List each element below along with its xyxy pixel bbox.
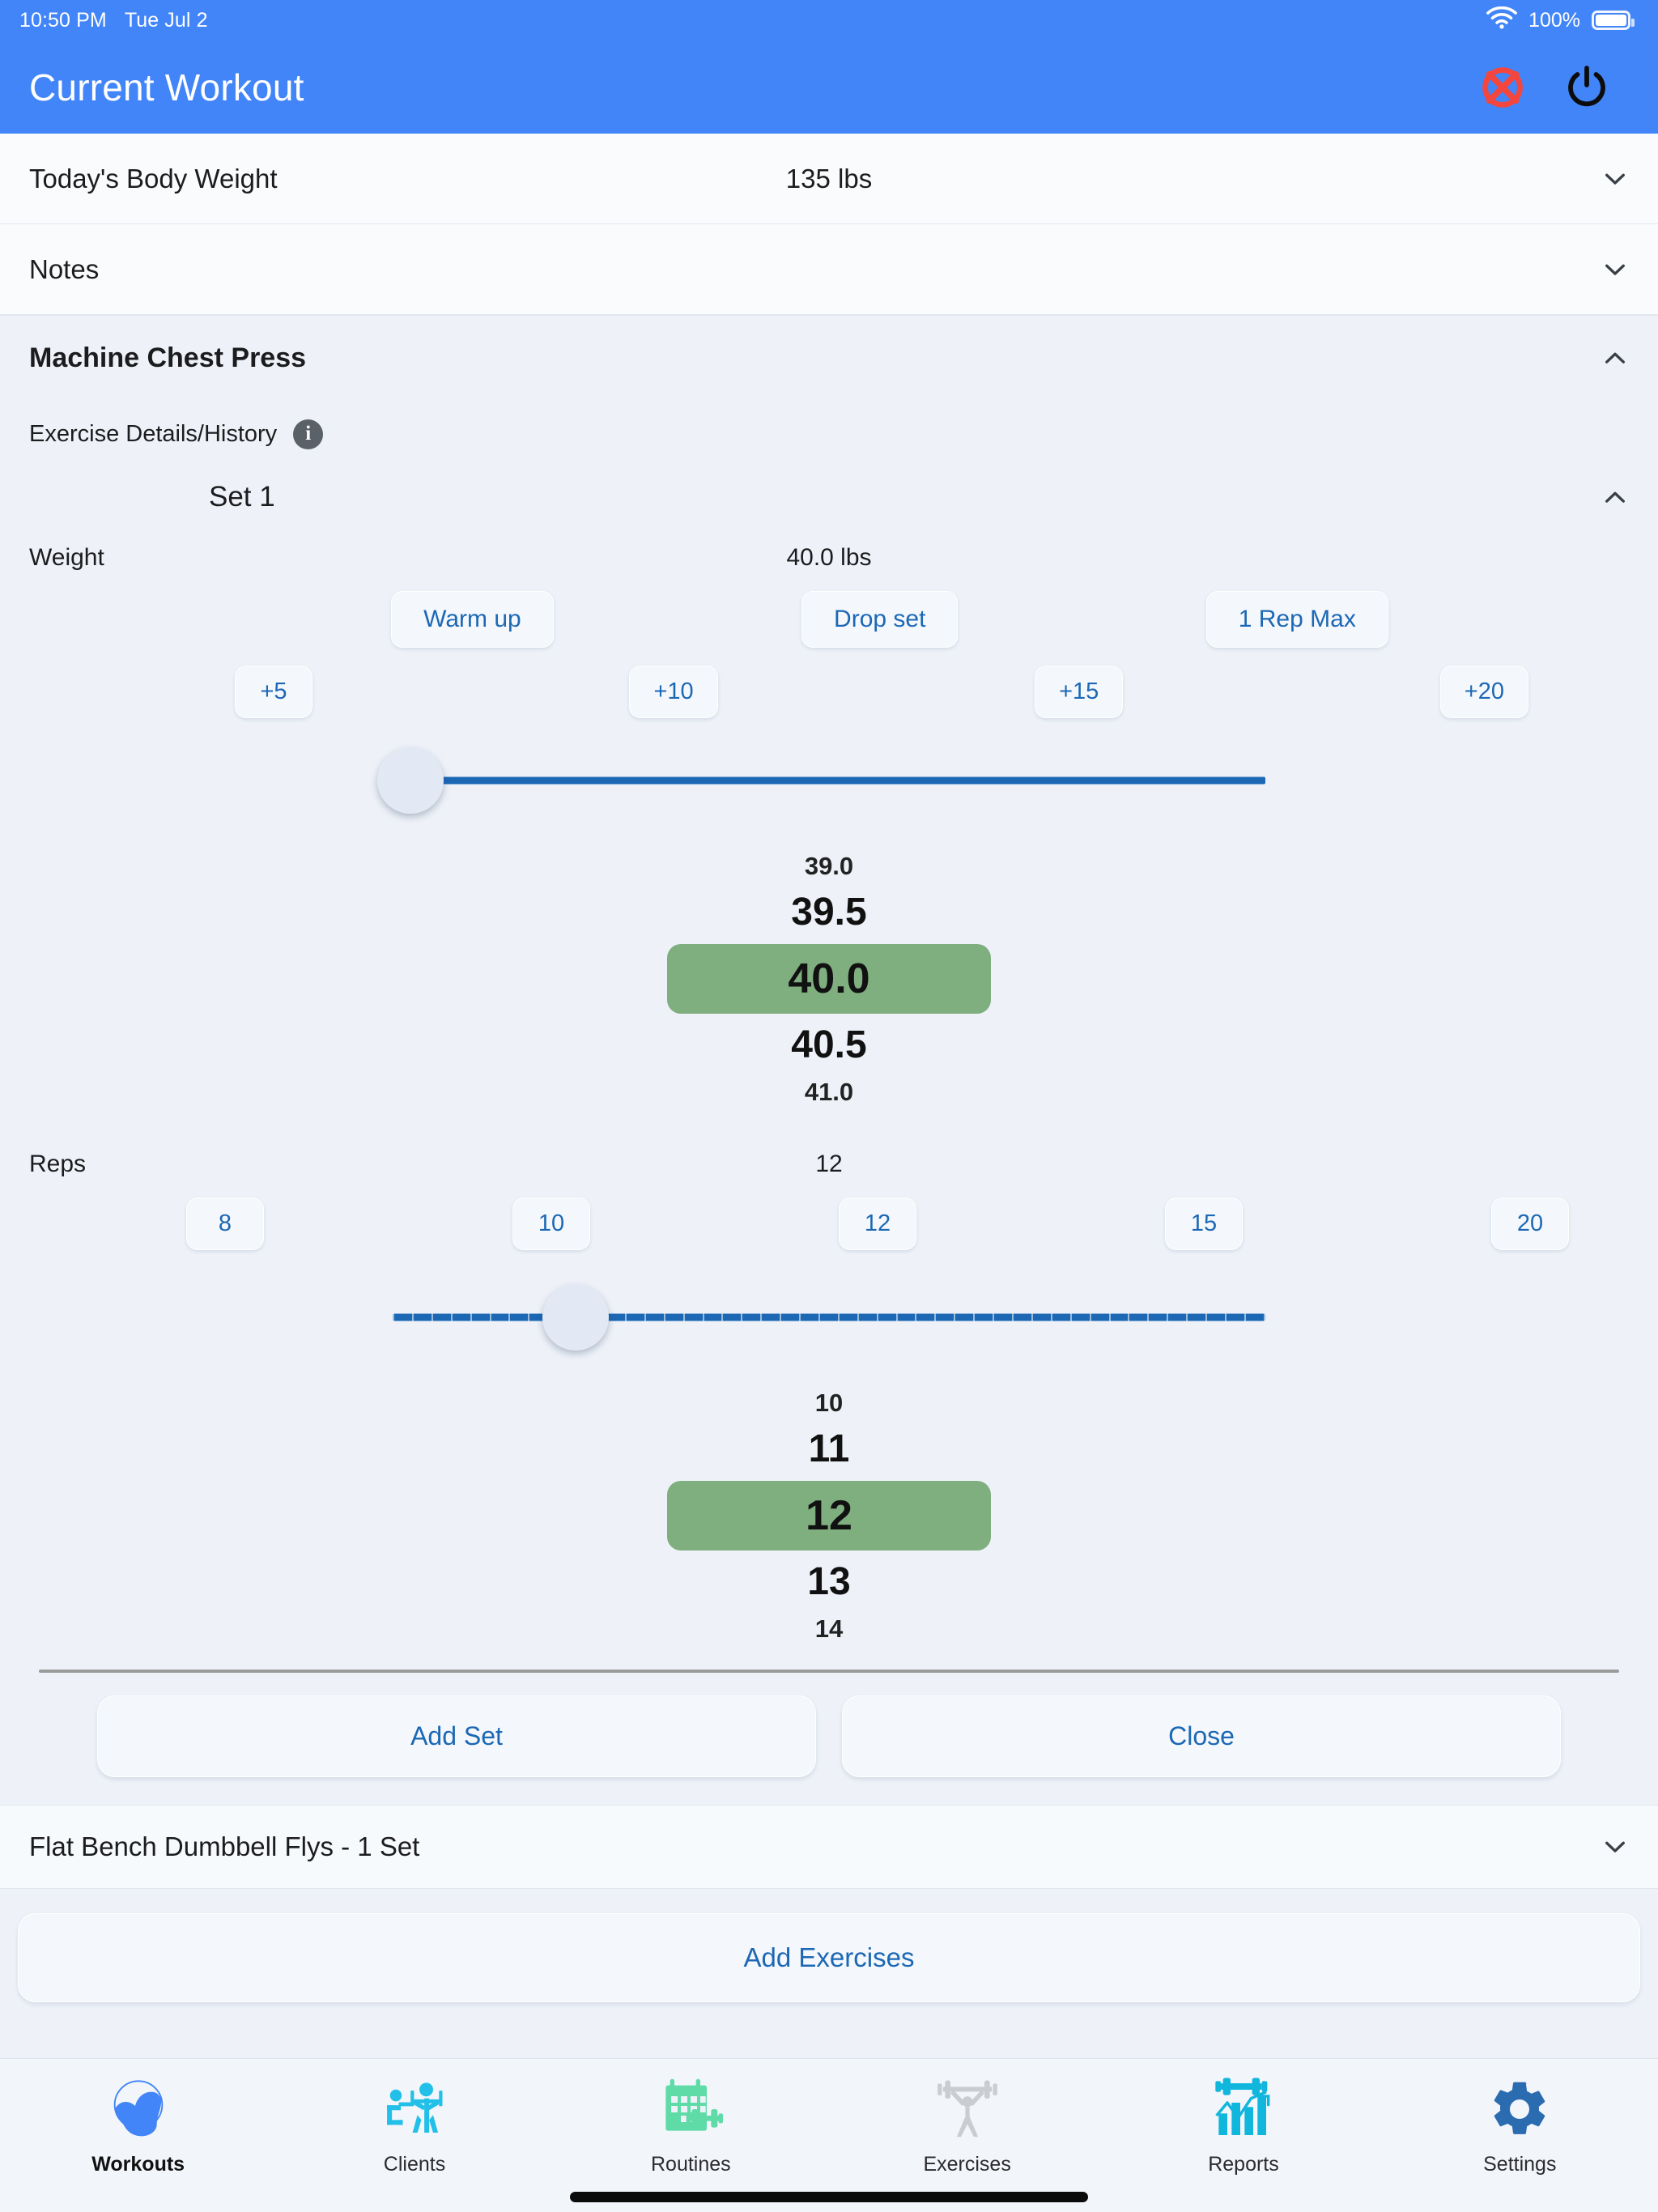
reps-slider-ticks [393, 1313, 1265, 1321]
weight-option[interactable]: 39.5 [667, 886, 991, 939]
barbell-lifter-icon [929, 2072, 1006, 2146]
reps-option[interactable]: 11 [667, 1423, 991, 1476]
set-actions: Add Set Close [0, 1673, 1658, 1805]
tab-exercises[interactable]: Exercises [829, 2072, 1105, 2176]
exercise-details-label: Exercise Details/History [29, 420, 278, 447]
body-weight-label: Today's Body Weight [29, 163, 278, 194]
reps-slider-thumb[interactable] [542, 1284, 610, 1351]
notes-label: Notes [29, 253, 100, 284]
tab-workouts[interactable]: Workouts [0, 2072, 276, 2176]
tab-label-workouts: Workouts [91, 2153, 185, 2176]
notes-row[interactable]: Notes [0, 224, 1658, 315]
reps-button-20[interactable]: 20 [1491, 1197, 1569, 1250]
exercise-details-row[interactable]: Exercise Details/History i [0, 400, 1658, 462]
one-rep-max-button[interactable]: 1 Rep Max [1205, 591, 1388, 648]
chevron-up-icon[interactable] [1600, 482, 1630, 513]
tab-clients[interactable]: Clients [276, 2072, 552, 2176]
status-bar-right: 100% [1486, 6, 1635, 35]
reps-button-10[interactable]: 10 [512, 1197, 590, 1250]
reps-option-selected[interactable]: 12 [667, 1481, 991, 1551]
workout-content: Today's Body Weight 135 lbs Notes Machin… [0, 134, 1658, 2058]
increment-plus-10-button[interactable]: +10 [629, 666, 718, 718]
collapsed-exercise-row[interactable]: Flat Bench Dumbbell Flys - 1 Set [0, 1805, 1658, 1889]
status-date: Tue Jul 2 [124, 8, 208, 32]
app-root: 10:50 PM Tue Jul 2 100% Current Workout [0, 0, 1658, 2212]
battery-full-icon [1592, 11, 1635, 30]
tab-bar: Workouts Clients 2 Routines Exercises Re… [0, 2058, 1658, 2212]
set-header[interactable]: Set 1 [0, 462, 1658, 528]
weight-slider-track[interactable] [393, 776, 1265, 785]
chevron-down-icon[interactable] [1600, 164, 1630, 194]
weight-slider-thumb[interactable] [376, 747, 444, 814]
muscle-flex-icon [100, 2072, 177, 2146]
reps-quick-buttons: 8 10 12 15 20 [0, 1197, 1658, 1250]
status-bar-left: 10:50 PM Tue Jul 2 [19, 9, 208, 32]
reps-option[interactable]: 13 [667, 1555, 991, 1609]
page-title: Current Workout [29, 66, 304, 108]
weight-value: 40.0 lbs [786, 544, 872, 571]
status-bar: 10:50 PM Tue Jul 2 100% [0, 0, 1658, 40]
increment-plus-15-button[interactable]: +15 [1035, 666, 1124, 718]
battery-percent: 100% [1528, 8, 1580, 32]
reps-button-8[interactable]: 8 [186, 1197, 264, 1250]
warm-up-button[interactable]: Warm up [391, 591, 554, 648]
reps-row: Reps 12 [0, 1134, 1658, 1194]
bar-chart-dumbbell-icon [1205, 2072, 1282, 2146]
tab-label-routines: Routines [650, 2153, 731, 2176]
cancel-circle-x-icon[interactable] [1473, 58, 1532, 117]
reps-button-15[interactable]: 15 [1165, 1197, 1243, 1250]
exercise-title: Machine Chest Press [29, 342, 307, 373]
tab-label-exercises: Exercises [923, 2153, 1011, 2176]
reps-value: 12 [815, 1151, 843, 1177]
reps-option[interactable]: 10 [667, 1383, 991, 1423]
calendar-dumbbell-icon: 2 [652, 2072, 729, 2146]
add-set-button[interactable]: Add Set [97, 1695, 816, 1777]
weight-picker[interactable]: 39.0 39.5 40.0 40.5 41.0 [0, 846, 1658, 1112]
weight-row: Weight 40.0 lbs [0, 528, 1658, 588]
tab-reports[interactable]: Reports [1105, 2072, 1381, 2176]
weight-increment-buttons: +5 +10 +15 +20 [0, 666, 1658, 718]
chevron-down-icon[interactable] [1600, 254, 1630, 285]
increment-plus-20-button[interactable]: +20 [1439, 666, 1528, 718]
home-indicator [570, 2192, 1088, 2202]
weight-mode-buttons: Warm up Drop set 1 Rep Max [0, 591, 1658, 648]
gear-icon [1481, 2072, 1558, 2146]
status-time: 10:50 PM [19, 8, 107, 32]
weight-slider[interactable] [0, 736, 1658, 825]
set-title: Set 1 [209, 481, 275, 513]
weight-option[interactable]: 41.0 [667, 1072, 991, 1112]
body-weight-row[interactable]: Today's Body Weight 135 lbs [0, 134, 1658, 224]
drop-set-button[interactable]: Drop set [801, 591, 959, 648]
collapsed-exercise-title: Flat Bench Dumbbell Flys - 1 Set [29, 1831, 420, 1861]
exercise-header[interactable]: Machine Chest Press [0, 316, 1658, 400]
weight-option[interactable]: 40.5 [667, 1019, 991, 1072]
add-exercises-wrap: Add Exercises [0, 1889, 1658, 2002]
reps-button-12[interactable]: 12 [839, 1197, 916, 1250]
add-exercises-button[interactable]: Add Exercises [18, 1913, 1640, 2002]
reps-slider[interactable] [0, 1273, 1658, 1362]
weight-option[interactable]: 39.0 [667, 846, 991, 886]
svg-text:2: 2 [671, 2112, 677, 2125]
power-icon[interactable] [1558, 58, 1616, 117]
chevron-up-icon[interactable] [1600, 342, 1630, 373]
exercise-card: Machine Chest Press Exercise Details/His… [0, 315, 1658, 1805]
navigation-bar: Current Workout [0, 40, 1658, 134]
increment-plus-5-button[interactable]: +5 [235, 666, 312, 718]
reps-option[interactable]: 14 [667, 1609, 991, 1648]
people-lifting-icon [376, 2072, 453, 2146]
close-button[interactable]: Close [842, 1695, 1561, 1777]
info-icon[interactable]: i [293, 419, 324, 449]
weight-option-selected[interactable]: 40.0 [667, 944, 991, 1014]
wifi-icon [1486, 6, 1517, 35]
reps-picker[interactable]: 10 11 12 13 14 [0, 1383, 1658, 1648]
tab-label-settings: Settings [1483, 2153, 1557, 2176]
tab-settings[interactable]: Settings [1382, 2072, 1658, 2176]
tab-label-reports: Reports [1208, 2153, 1279, 2176]
tab-label-clients: Clients [383, 2153, 446, 2176]
navbar-actions [1473, 58, 1634, 117]
tab-routines[interactable]: 2 Routines [553, 2072, 829, 2176]
chevron-down-icon[interactable] [1600, 1831, 1630, 1862]
